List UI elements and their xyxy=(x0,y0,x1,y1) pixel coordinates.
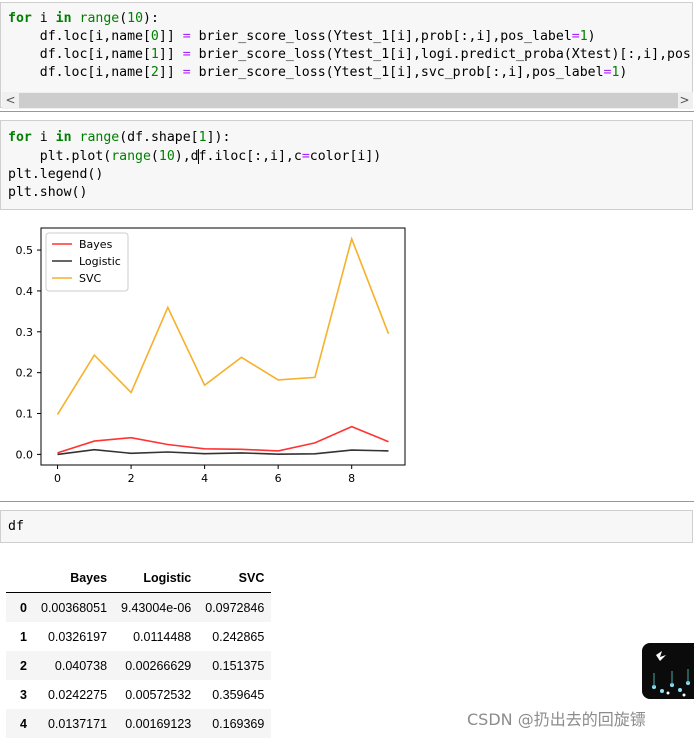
avatar-image xyxy=(652,651,690,697)
scrollbar-thumb[interactable] xyxy=(19,93,678,108)
legend-label: SVC xyxy=(79,272,102,285)
table-row: 0 0.00368051 9.43004e-06 0.0972846 xyxy=(6,592,272,622)
scroll-left-arrow-icon[interactable]: < xyxy=(2,92,19,109)
y-tick-label: 0.2 xyxy=(16,367,34,380)
code-line-3: plt.legend() xyxy=(8,167,104,182)
table-row: 3 0.0242275 0.00572532 0.359645 xyxy=(6,680,271,709)
brier-score-line-chart: 0 2 4 6 8 0.0 0.1 0.2 0.3 0.4 0.5 Bayes Logistic SVC xyxy=(16,227,406,485)
row-index: 1 xyxy=(20,629,27,644)
cell-svc: 0.169369 xyxy=(212,716,265,731)
floating-avatar[interactable] xyxy=(642,643,694,699)
code-cell-brier-loop[interactable]: for i in range(10): df.loc[i,name[0]] = … xyxy=(0,2,693,109)
row-index: 3 xyxy=(20,687,27,702)
table-header-svc: SVC xyxy=(198,563,272,593)
dataframe-table: Bayes Logistic SVC 0 0.00368051 9.43004e… xyxy=(6,563,272,738)
table-row: 2 0.040738 0.00266629 0.151375 xyxy=(6,651,272,680)
table-header-logistic: Logistic xyxy=(114,563,199,593)
x-tick-label: 4 xyxy=(201,472,208,485)
code-line-1: for i in range(10): xyxy=(8,11,159,26)
cell-bayes: 0.0137171 xyxy=(47,716,108,731)
row-index: 2 xyxy=(20,658,27,673)
cell-logistic: 9.43004e-06 xyxy=(121,600,192,615)
cell-svc: 0.151375 xyxy=(212,658,265,673)
y-tick-label: 0.5 xyxy=(16,244,34,257)
scroll-right-arrow-icon[interactable]: > xyxy=(676,92,693,109)
code-line-4: plt.show() xyxy=(8,185,88,200)
cell-logistic: 0.0114488 xyxy=(133,629,192,644)
cell-svc: 0.242865 xyxy=(212,629,265,644)
cell-bayes: 0.0326197 xyxy=(47,629,108,644)
x-tick-label: 0 xyxy=(54,472,61,485)
x-tick-label: 8 xyxy=(348,472,355,485)
cell-logistic: 0.00572532 xyxy=(125,687,192,702)
table-header-index xyxy=(6,563,34,593)
cell-svc: 0.0972846 xyxy=(205,600,265,615)
table-row: 1 0.0326197 0.0114488 0.242865 xyxy=(6,622,271,651)
cell-separator xyxy=(0,111,694,112)
code-line-1: for i in range(df.shape[1]): xyxy=(8,130,231,145)
table-header-bayes: Bayes xyxy=(34,563,115,593)
watermark: CSDN @扔出去的回旋镖 xyxy=(467,710,646,729)
legend-label: Logistic xyxy=(79,255,121,268)
cell-logistic: 0.00169123 xyxy=(125,716,192,731)
code-line-3: df.loc[i,name[1]] = brier_score_loss(Yte… xyxy=(8,47,691,62)
cell-bayes: 0.00368051 xyxy=(41,600,108,615)
row-index: 0 xyxy=(20,600,27,615)
code-line-2: plt.plot(range(10),df.iloc[:,i],c=color[… xyxy=(8,149,382,164)
y-tick-label: 0.0 xyxy=(16,448,34,461)
cell-bayes: 0.040738 xyxy=(54,658,108,673)
row-index: 4 xyxy=(20,716,27,731)
code-cell-df[interactable]: df xyxy=(0,510,693,543)
y-tick-label: 0.4 xyxy=(16,285,34,298)
y-tick-label: 0.1 xyxy=(16,408,34,421)
cell-logistic: 0.00266629 xyxy=(125,658,192,673)
cell-bayes: 0.0242275 xyxy=(47,687,108,702)
legend-label: Bayes xyxy=(79,238,113,251)
y-tick-label: 0.3 xyxy=(16,326,34,339)
code-line-2: df.loc[i,name[0]] = brier_score_loss(Yte… xyxy=(8,29,596,44)
cell-svc: 0.359645 xyxy=(212,687,265,702)
table-row: 4 0.0137171 0.00169123 0.169369 xyxy=(6,709,272,738)
x-tick-label: 2 xyxy=(128,472,135,485)
code-cell-plot[interactable]: for i in range(df.shape[1]): plt.plot(ra… xyxy=(0,120,693,210)
cell-separator xyxy=(0,501,694,502)
horizontal-scrollbar[interactable]: < > xyxy=(2,92,693,109)
table-header-row: Bayes Logistic SVC xyxy=(6,563,272,593)
code-line-4: df.loc[i,name[2]] = brier_score_loss(Yte… xyxy=(8,65,628,80)
x-tick-label: 6 xyxy=(275,472,282,485)
code-line-1: df xyxy=(8,519,24,534)
